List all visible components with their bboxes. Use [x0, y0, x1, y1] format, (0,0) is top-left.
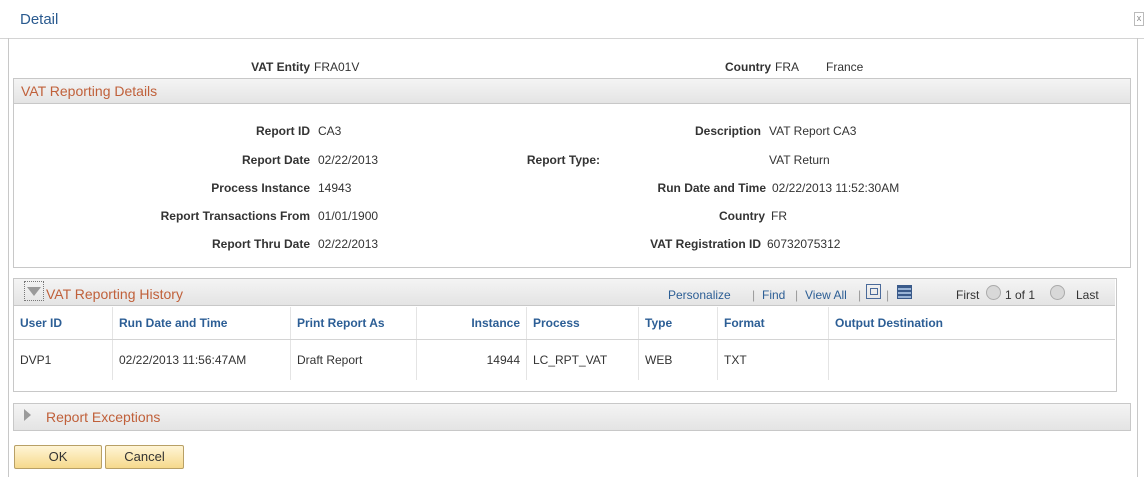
vat-reg-label: VAT Registration ID	[650, 237, 761, 251]
next-icon[interactable]	[1050, 285, 1065, 300]
thru-date-value: 02/22/2013	[318, 237, 379, 251]
txn-from-label: Report Transactions From	[160, 209, 310, 223]
new-window-inner	[870, 288, 878, 295]
user-id-cell: DVP1	[14, 339, 113, 380]
ok-button[interactable]: OK	[14, 445, 102, 469]
print-report-as-cell: Draft Report	[290, 339, 417, 380]
separator: |	[795, 288, 799, 302]
report-date-label: Report Date	[241, 153, 310, 167]
separator: |	[858, 288, 862, 302]
triangle-down-icon	[27, 287, 41, 296]
page-title: Detail	[20, 11, 59, 28]
vat-reg-value: 60732075312	[767, 237, 841, 251]
country-name: France	[826, 60, 864, 74]
close-icon[interactable]: x	[1134, 12, 1144, 26]
report-exceptions-title[interactable]: Report Exceptions	[46, 409, 160, 425]
view-all-link[interactable]: View All	[805, 288, 847, 302]
run-datetime-value: 02/22/2013 11:52:30AM	[772, 181, 900, 195]
details-country-label: Country	[719, 209, 765, 223]
report-exceptions-header[interactable]	[13, 403, 1131, 431]
country-code: FRA	[775, 60, 799, 74]
description-value: VAT Report CA3	[769, 124, 857, 138]
process-instance-label: Process Instance	[211, 181, 310, 195]
report-id-label: Report ID	[256, 124, 310, 138]
column-header[interactable]: Output Destination	[828, 307, 1115, 340]
column-header[interactable]: Format	[717, 307, 829, 340]
table-row: DVP1 02/22/2013 11:56:47AM Draft Report …	[14, 339, 1116, 381]
thru-date-label: Report Thru Date	[211, 237, 310, 251]
column-header[interactable]: Type	[638, 307, 718, 340]
vat-reporting-details-header: VAT Reporting Details	[14, 79, 1130, 104]
personalize-link[interactable]: Personalize	[668, 288, 731, 302]
report-type-label: Report Type:	[526, 153, 600, 167]
column-header[interactable]: Instance	[416, 307, 527, 340]
vat-entity-label: VAT Entity	[251, 60, 310, 74]
find-link[interactable]: Find	[762, 288, 785, 302]
description-label: Description	[694, 124, 761, 138]
first-label: First	[956, 288, 980, 302]
vat-reporting-history-title[interactable]: VAT Reporting History	[46, 286, 183, 302]
new-window-icon[interactable]	[866, 284, 881, 299]
vat-entity-value: FRA01V	[314, 60, 360, 74]
separator: |	[752, 288, 756, 302]
process-cell: LC_RPT_VAT	[526, 339, 639, 380]
type-cell: WEB	[638, 339, 718, 380]
column-header[interactable]: Run Date and Time	[112, 307, 291, 340]
report-type-value: VAT Return	[769, 153, 830, 167]
triangle-right-icon	[24, 409, 31, 421]
window-titlebar	[0, 0, 1144, 39]
format-cell: TXT	[717, 339, 829, 380]
country-label: Country	[725, 60, 771, 74]
history-table: User ID Run Date and Time Print Report A…	[14, 307, 1115, 380]
process-instance-value: 14943	[318, 181, 352, 195]
vat-reporting-details-title: VAT Reporting Details	[21, 83, 158, 99]
instance-cell: 14944	[416, 339, 527, 380]
page-range: 1 of 1	[1005, 288, 1036, 302]
previous-icon[interactable]	[986, 285, 1001, 300]
report-id-value: CA3	[318, 124, 342, 138]
cancel-button[interactable]: Cancel	[105, 445, 184, 469]
collapse-toggle[interactable]	[24, 281, 44, 301]
txn-from-value: 01/01/1900	[318, 209, 379, 223]
output-destination-cell	[829, 340, 1116, 381]
column-header[interactable]: User ID	[14, 307, 113, 340]
run-datetime-cell: 02/22/2013 11:56:47AM	[112, 339, 291, 380]
column-header[interactable]: Process	[526, 307, 639, 340]
run-datetime-label: Run Date and Time	[657, 181, 766, 195]
details-country-value: FR	[771, 209, 787, 223]
column-header[interactable]: Print Report As	[290, 307, 417, 340]
separator: |	[886, 288, 890, 302]
download-spreadsheet-icon[interactable]	[897, 285, 912, 299]
table-header-row: User ID Run Date and Time Print Report A…	[14, 307, 1115, 340]
last-label: Last	[1076, 288, 1099, 302]
report-date-value: 02/22/2013	[318, 153, 379, 167]
